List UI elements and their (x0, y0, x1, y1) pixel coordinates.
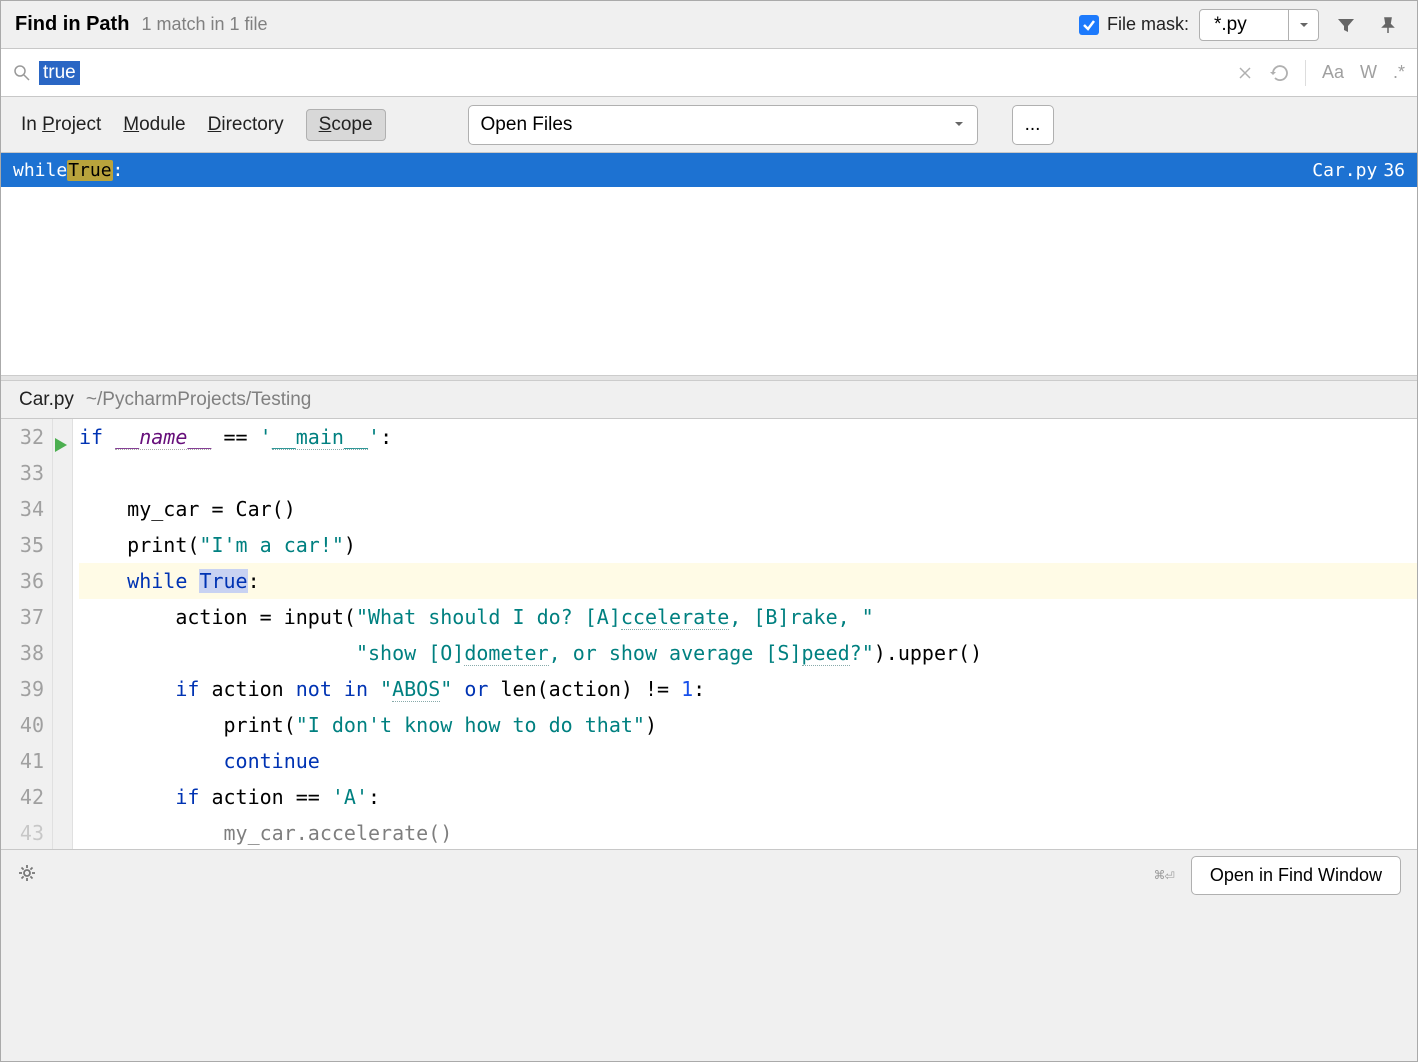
result-suffix: : (113, 160, 124, 181)
scope-value: Open Files (481, 114, 573, 136)
preview-filename: Car.py (19, 389, 74, 411)
search-query-text: true (39, 61, 80, 85)
result-file: Car.py (1312, 160, 1377, 181)
tab-directory[interactable]: Directory (208, 114, 284, 136)
code-body: if __name__ == '__main__': my_car = Car(… (73, 419, 1417, 849)
match-count: 1 match in 1 file (141, 14, 267, 35)
dialog-title: Find in Path (15, 13, 129, 36)
result-line: 36 (1383, 160, 1405, 181)
preview-path: ~/PycharmProjects/Testing (86, 389, 311, 411)
run-gutter (53, 419, 73, 849)
pin-icon[interactable] (1373, 11, 1403, 39)
more-scope-button[interactable]: ... (1012, 105, 1054, 145)
search-input[interactable]: true (39, 61, 1237, 85)
words-toggle[interactable]: W (1360, 62, 1377, 83)
line-number-gutter: 323334 353637 383940 414243 (1, 419, 53, 849)
file-mask-combo[interactable]: *.py (1199, 9, 1319, 41)
search-bar: true Aa W .* (1, 49, 1417, 97)
search-icon (13, 64, 31, 82)
preview-header: Car.py ~/PycharmProjects/Testing (1, 381, 1417, 419)
clear-icon[interactable] (1237, 65, 1253, 81)
tab-module[interactable]: Module (123, 114, 185, 136)
scope-toolbar: In Project Module Directory Scope Open F… (1, 97, 1417, 153)
file-mask-value: *.py (1200, 14, 1288, 36)
open-in-find-window-button[interactable]: Open in Find Window (1191, 856, 1401, 895)
history-icon[interactable] (1269, 64, 1289, 82)
title-bar: Find in Path 1 match in 1 file File mask… (1, 1, 1417, 49)
keyboard-shortcut: ⌘⏎ (1154, 866, 1174, 886)
code-preview[interactable]: 323334 353637 383940 414243 if __name__ … (1, 419, 1417, 849)
search-result-row[interactable]: while True: Car.py 36 (1, 153, 1417, 187)
chevron-down-icon (953, 114, 965, 136)
file-mask-label: File mask: (1107, 14, 1189, 35)
tab-in-project[interactable]: In Project (21, 114, 101, 136)
filter-icon[interactable] (1331, 11, 1361, 39)
scope-selector[interactable]: Open Files (468, 105, 978, 145)
match-case-toggle[interactable]: Aa (1322, 62, 1344, 83)
regex-toggle[interactable]: .* (1393, 62, 1405, 83)
file-mask-checkbox[interactable] (1079, 15, 1099, 35)
results-empty-area (1, 187, 1417, 375)
footer: ⌘⏎ Open in Find Window (1, 849, 1417, 901)
result-match: True (67, 160, 112, 181)
run-icon[interactable] (55, 427, 67, 463)
tab-scope[interactable]: Scope (306, 109, 386, 141)
result-prefix: while (13, 160, 67, 181)
gear-icon[interactable] (17, 863, 37, 888)
chevron-down-icon (1288, 9, 1318, 41)
